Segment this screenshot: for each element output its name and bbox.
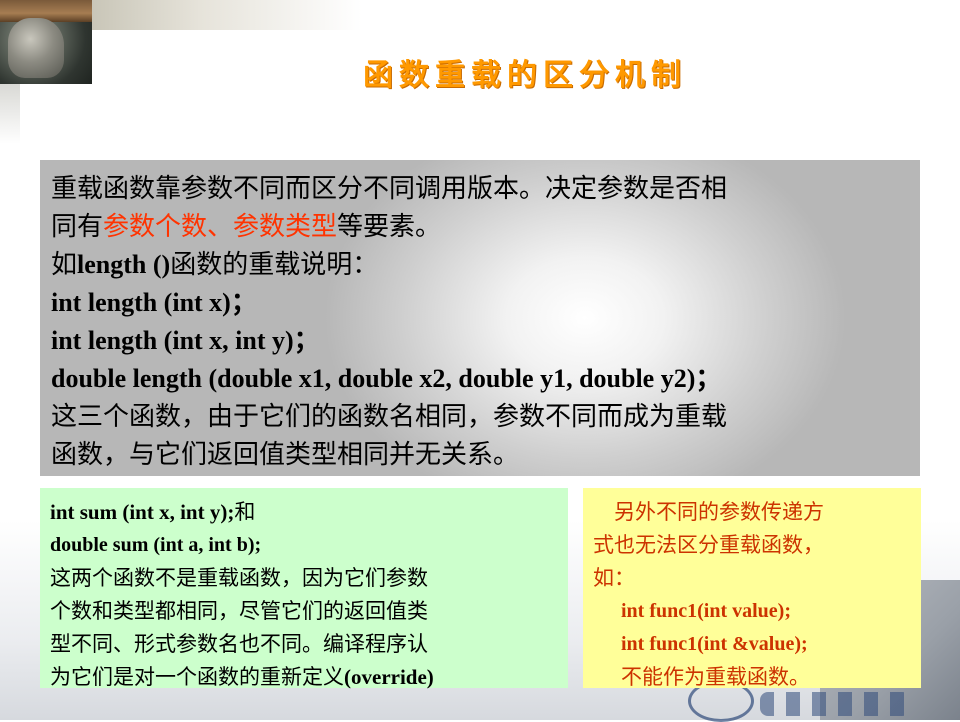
green-line-6-prefix: 为它们是对一个函数的重新定义 — [50, 665, 344, 689]
main-line-8: 函数，与它们返回值类型相同并无关系。 — [51, 440, 520, 470]
main-code-line-3: double length (double x1, double x2, dou… — [51, 364, 722, 393]
top-decoration-strip — [92, 0, 362, 30]
green-code-line-2: double sum (int a, int b); — [50, 534, 262, 556]
main-code-line-2: int length (int x, int y)； — [51, 326, 320, 355]
yellow-line-3: 如： — [593, 566, 635, 590]
main-line-1: 重载函数靠参数不同而区分不同调用版本。决定参数是否相 — [51, 174, 728, 204]
green-line-1: int sum (int x, int y);和 — [50, 496, 558, 529]
green-code-1: int sum (int x, int y); — [50, 500, 235, 524]
yellow-line-2: 式也无法区分重载函数， — [593, 533, 824, 557]
green-line-3: 这两个函数不是重载函数，因为它们参数 — [50, 566, 428, 590]
main-line-3-prefix: 如 — [51, 250, 78, 280]
main-line-2-prefix: 同有 — [51, 212, 104, 242]
green-line-6: 为它们是对一个函数的重新定义(override) — [50, 661, 558, 694]
main-code-line-1: int length (int x)； — [51, 288, 257, 317]
main-line-7: 这三个函数，由于它们的函数名相同，参数不同而成为重载 — [51, 402, 728, 432]
green-note-box: int sum (int x, int y);和 double sum (int… — [40, 488, 568, 689]
main-line-2-suffix: 等要素。 — [337, 212, 442, 242]
green-line-6-code: (override) — [344, 665, 434, 689]
yellow-code-line-2: int func1(int &value); — [621, 633, 808, 655]
main-line-2-highlight: 参数个数、参数类型 — [103, 212, 338, 242]
main-line-3-suffix: 函数的重载说明： — [170, 250, 379, 280]
main-line-3-code: length () — [77, 250, 171, 279]
main-explanation-box: 重载函数靠参数不同而区分不同调用版本。决定参数是否相 同有参数个数、参数类型等要… — [40, 160, 920, 476]
slide-title: 函数重载的区分机制 — [363, 58, 687, 93]
yellow-note-box: 另外不同的参数传递方 式也无法区分重载函数， 如： int func1(int … — [583, 488, 921, 689]
yellow-line-1: 另外不同的参数传递方 — [593, 500, 824, 524]
yellow-code-line-1: int func1(int value); — [621, 600, 791, 622]
calligraphy-shape — [760, 692, 910, 716]
main-line-3: 如length ()函数的重载说明： — [51, 246, 908, 284]
green-line-4: 个数和类型都相同，尽管它们的返回值类 — [50, 599, 428, 623]
green-line-5: 型不同、形式参数名也不同。编译程序认 — [50, 632, 428, 656]
main-line-2: 同有参数个数、参数类型等要素。 — [51, 208, 908, 246]
yellow-line-6: 不能作为重载函数。 — [621, 665, 810, 689]
green-code-1-suffix: 和 — [234, 500, 256, 524]
